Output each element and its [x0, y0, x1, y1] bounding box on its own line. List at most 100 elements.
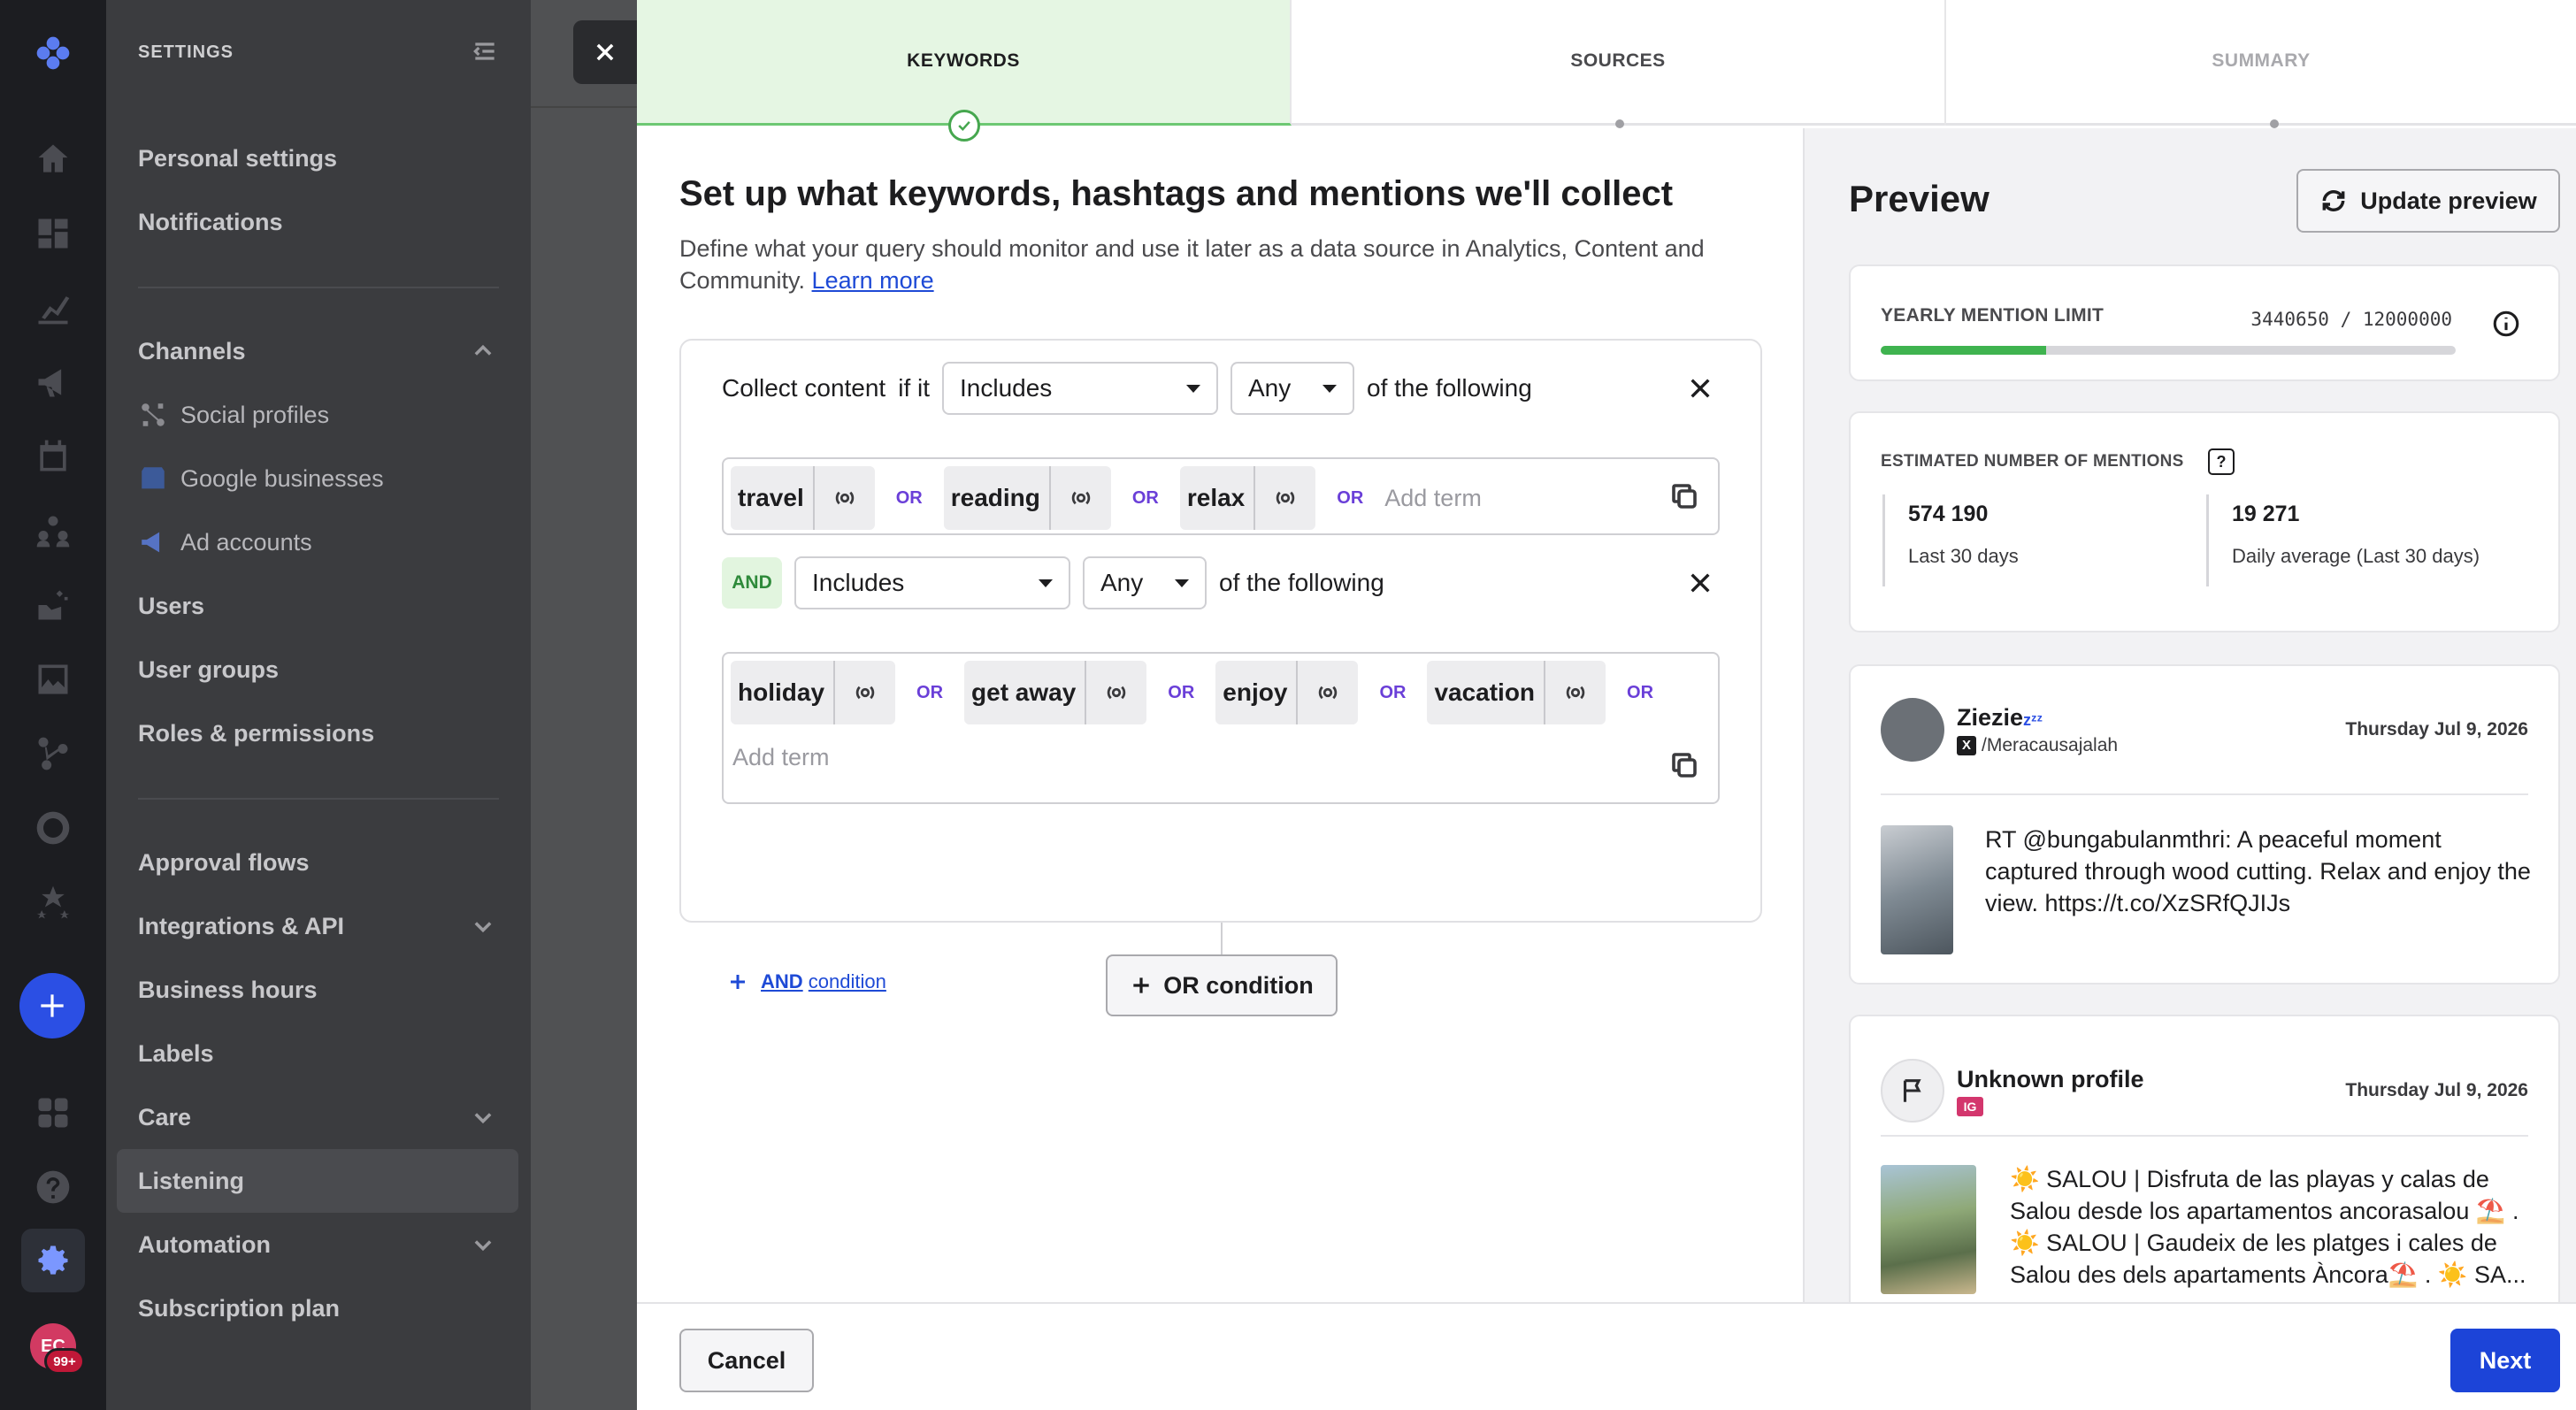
- chevron-down-icon[interactable]: [471, 1232, 495, 1257]
- term-chip[interactable]: vacation: [1427, 661, 1606, 724]
- preview-post-card[interactable]: Unknown profile IG Thursday Jul 9, 2026 …: [1849, 1015, 2560, 1333]
- term-chip[interactable]: travel: [731, 466, 875, 530]
- calendar-icon[interactable]: [30, 433, 76, 479]
- post-thumbnail[interactable]: [1881, 825, 1953, 954]
- media-icon[interactable]: [30, 656, 76, 702]
- apps-grid-icon[interactable]: [30, 1090, 76, 1136]
- sidebar-item-channels[interactable]: Channels: [138, 319, 246, 383]
- social-profiles-icon: [142, 403, 165, 426]
- caret-down-icon: [1322, 384, 1337, 393]
- add-and-condition-link[interactable]: AND condition: [727, 970, 886, 993]
- settings-sidebar: SETTINGS Personal settings Notifications…: [106, 0, 531, 1410]
- term-input-box-2[interactable]: holiday OR get away OR enjoy OR vacation…: [722, 652, 1720, 804]
- workflow-icon[interactable]: [30, 731, 76, 777]
- sidebar-item-notifications[interactable]: Notifications: [138, 190, 283, 254]
- sidebar-item-integrations[interactable]: Integrations & API: [138, 894, 344, 958]
- update-preview-button[interactable]: Update preview: [2296, 169, 2560, 233]
- chevron-down-icon[interactable]: [471, 1105, 495, 1130]
- sidebar-item-care[interactable]: Care: [138, 1085, 191, 1149]
- collect-content-label: Collect content: [722, 374, 886, 402]
- includes-select[interactable]: Includes: [942, 362, 1218, 415]
- sidebar-item-google-businesses[interactable]: Google businesses: [138, 447, 384, 510]
- step-keywords[interactable]: KEYWORDS: [637, 0, 1292, 142]
- sidebar-item-label: Ad accounts: [180, 528, 312, 556]
- and-badge: AND: [722, 557, 782, 609]
- sidebar-item-personal-settings[interactable]: Personal settings: [138, 126, 337, 190]
- copy-icon[interactable]: [1668, 480, 1700, 512]
- info-icon[interactable]: [2491, 309, 2521, 339]
- sidebar-item-subscription-plan[interactable]: Subscription plan: [138, 1276, 340, 1340]
- match-mode-icon[interactable]: [835, 661, 895, 724]
- step-dot: [2270, 119, 2279, 128]
- term-chip[interactable]: holiday: [731, 661, 896, 724]
- close-modal-button[interactable]: [573, 20, 637, 84]
- dashboard-icon[interactable]: [30, 211, 76, 257]
- step-sources[interactable]: SOURCES: [1292, 0, 1946, 128]
- megaphone-icon[interactable]: [30, 359, 76, 405]
- post-author-name: Ziezie: [1957, 703, 2024, 731]
- community-icon[interactable]: [30, 508, 76, 554]
- post-header: Unknown profile IG: [1881, 1059, 2144, 1123]
- any-select[interactable]: Any: [1083, 556, 1207, 609]
- progress-fill: [1881, 346, 2046, 355]
- copy-icon[interactable]: [1668, 749, 1700, 781]
- estimated-mentions-card: ESTIMATED NUMBER OF MENTIONS ? 574 190 L…: [1849, 411, 2560, 632]
- home-icon[interactable]: [30, 136, 76, 182]
- sidebar-item-labels[interactable]: Labels: [138, 1022, 214, 1085]
- app-logo-icon[interactable]: [30, 30, 76, 76]
- add-term-input[interactable]: Add term: [1384, 485, 1482, 512]
- sidebar-item-label: Social profiles: [180, 401, 330, 428]
- term-chip[interactable]: get away: [964, 661, 1147, 724]
- term-chip[interactable]: enjoy: [1215, 661, 1359, 724]
- post-date: Thursday Jul 9, 2026: [2345, 719, 2528, 739]
- term-chip[interactable]: reading: [943, 466, 1111, 530]
- listening-icon[interactable]: [30, 805, 76, 851]
- preview-pane: Preview Update preview YEARLY MENTION LI…: [1803, 128, 2576, 1333]
- sidebar-item-social-profiles[interactable]: Social profiles: [138, 383, 329, 447]
- create-plus-button[interactable]: [19, 973, 85, 1038]
- help-question-icon[interactable]: ?: [2208, 448, 2235, 475]
- match-mode-icon[interactable]: [815, 466, 875, 530]
- match-mode-icon[interactable]: [1051, 466, 1111, 530]
- cancel-button[interactable]: Cancel: [679, 1329, 814, 1392]
- remove-condition-button[interactable]: [1686, 569, 1714, 597]
- term-input-box-1[interactable]: travel OR reading OR relax OR Add term: [722, 457, 1720, 535]
- analytics-icon[interactable]: [30, 285, 76, 331]
- match-mode-icon[interactable]: [1298, 661, 1358, 724]
- settings-gear-icon[interactable]: [21, 1229, 85, 1292]
- post-thumbnail[interactable]: [1881, 1165, 1976, 1294]
- next-button[interactable]: Next: [2450, 1329, 2560, 1392]
- query-setup-modal: KEYWORDS SOURCES SUMMARY Set up what key…: [637, 0, 2576, 1410]
- page-title: Set up what keywords, hashtags and menti…: [679, 174, 1674, 213]
- chevron-down-icon[interactable]: [471, 914, 495, 939]
- sidebar-item-users[interactable]: Users: [138, 574, 204, 638]
- care-icon[interactable]: [30, 582, 76, 628]
- sidebar-item-roles-permissions[interactable]: Roles & permissions: [138, 701, 374, 765]
- match-mode-icon[interactable]: [1255, 466, 1315, 530]
- add-term-input[interactable]: Add term: [732, 744, 830, 771]
- sidebar-item-ad-accounts[interactable]: Ad accounts: [138, 510, 312, 574]
- chevron-up-icon[interactable]: [471, 339, 495, 364]
- add-or-condition-button[interactable]: OR condition: [1106, 954, 1338, 1016]
- step-summary[interactable]: SUMMARY: [1946, 0, 2576, 128]
- page-description: Define what your query should monitor an…: [679, 235, 1705, 294]
- remove-condition-button[interactable]: [1686, 374, 1714, 402]
- match-mode-icon[interactable]: [1086, 661, 1146, 724]
- help-icon[interactable]: [30, 1164, 76, 1210]
- includes-select[interactable]: Includes: [794, 556, 1070, 609]
- match-mode-icon[interactable]: [1545, 661, 1606, 724]
- estimated-label: ESTIMATED NUMBER OF MENTIONS: [1881, 452, 2184, 471]
- preview-post-card[interactable]: Zieziezᶻᶻ X/Meracausajalah Thursday Jul …: [1849, 664, 2560, 985]
- reviews-stars-icon[interactable]: [30, 879, 76, 925]
- sidebar-item-approval-flows[interactable]: Approval flows: [138, 831, 310, 894]
- sidebar-item-user-groups[interactable]: User groups: [138, 638, 279, 701]
- or-separator: OR: [1627, 682, 1654, 702]
- any-select[interactable]: Any: [1230, 362, 1354, 415]
- collapse-sidebar-icon[interactable]: [471, 37, 499, 70]
- sidebar-item-listening[interactable]: Listening: [138, 1149, 244, 1213]
- sidebar-item-business-hours[interactable]: Business hours: [138, 958, 318, 1022]
- sidebar-item-automation[interactable]: Automation: [138, 1213, 271, 1276]
- instagram-network-icon: IG: [1957, 1096, 1983, 1116]
- term-chip[interactable]: relax: [1179, 466, 1316, 530]
- learn-more-link[interactable]: Learn more: [812, 267, 934, 294]
